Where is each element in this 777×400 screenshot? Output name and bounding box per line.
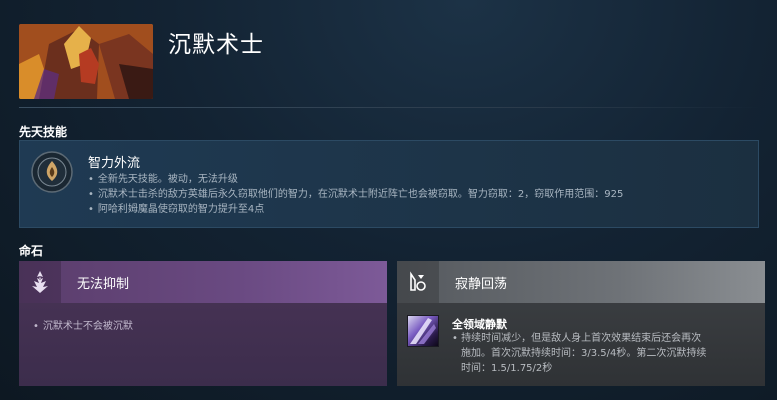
facet-title: 无法抑制 <box>77 277 130 292</box>
unsuppressable-icon <box>19 261 61 303</box>
facet-ability-line: 时间：1.5/1.75/2秒 <box>461 363 553 374</box>
innate-line: 阿哈利姆魔晶使窃取的智力提升至4点 <box>88 202 623 217</box>
facet-ability-name: 全领域静默 <box>452 318 507 331</box>
facet-card-echoing-silence[interactable]: 寂静回荡 全领域静默 • 持续时间减少，但是敌人身上首次效果结束后还会再次 施加… <box>397 261 765 386</box>
facet-card-unsuppressable[interactable]: 无法抑制 沉默术士不会被沉默 <box>19 261 387 386</box>
hero-portrait-image <box>19 24 153 99</box>
facet-ability-line: 施加。首次沉默持续时间：3/3.5/4秒。第二次沉默持续 <box>461 348 707 359</box>
global-silence-icon <box>407 315 439 347</box>
innate-line: 沉默术士击杀的敌方英雄后永久窃取他们的智力，在沉默术士附近阵亡也会被窃取。智力窃… <box>88 187 623 202</box>
facet-header: 无法抑制 <box>19 261 387 303</box>
echoing-silence-icon <box>397 261 439 303</box>
facet-ability-line: • 持续时间减少，但是敌人身上首次效果结束后还会再次 <box>452 333 702 344</box>
facet-description: 沉默术士不会被沉默 <box>33 317 133 332</box>
facet-ability-description: • 持续时间减少，但是敌人身上首次效果结束后还会再次 施加。首次沉默持续时间：3… <box>452 331 757 376</box>
intelligence-drain-icon <box>31 151 73 193</box>
hero-detail-page: 沉默术士 先天技能 智力外流 全新先天技能。被动，无法升级 沉默术士击杀的敌方英… <box>0 0 777 400</box>
facet-header: 寂静回荡 <box>397 261 765 303</box>
innate-ability-panel[interactable]: 智力外流 全新先天技能。被动，无法升级 沉默术士击杀的敌方英雄后永久窃取他们的智… <box>19 140 759 228</box>
innate-section-title: 先天技能 <box>19 125 68 139</box>
facet-title: 寂静回荡 <box>455 277 508 292</box>
facets-section-title: 命石 <box>19 244 44 258</box>
header-divider <box>19 107 759 108</box>
innate-ability-name: 智力外流 <box>88 156 141 171</box>
innate-ability-description: 全新先天技能。被动，无法升级 沉默术士击杀的敌方英雄后永久窃取他们的智力，在沉默… <box>88 172 623 217</box>
hero-name: 沉默术士 <box>168 32 264 58</box>
innate-line: 全新先天技能。被动，无法升级 <box>88 172 623 187</box>
hero-portrait <box>19 24 153 99</box>
